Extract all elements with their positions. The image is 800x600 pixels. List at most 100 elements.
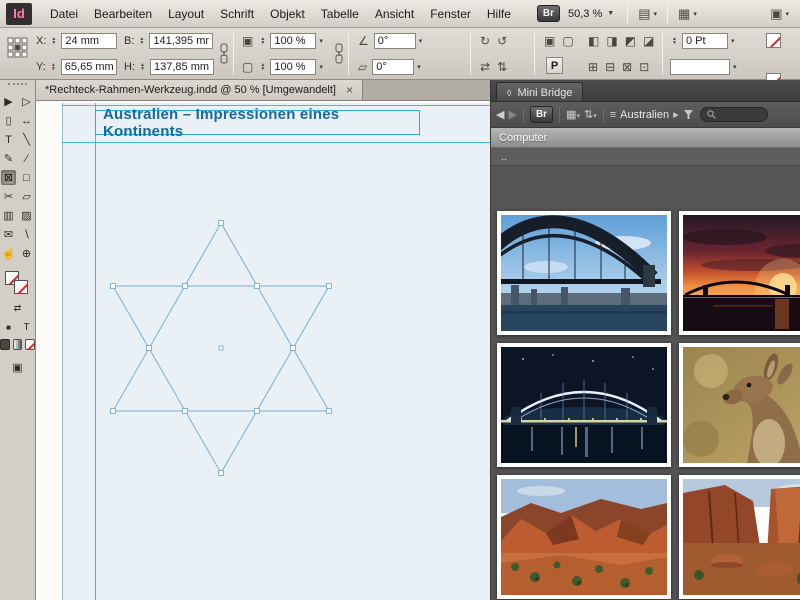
- view-options-button[interactable]: ▤ ▾: [633, 4, 662, 24]
- launch-bridge-button[interactable]: Br: [530, 106, 553, 123]
- reference-point-proxy[interactable]: [7, 37, 29, 59]
- chevron-down-icon[interactable]: ▾: [319, 37, 323, 45]
- chevron-down-icon[interactable]: ▾: [419, 37, 423, 45]
- select-container-icon[interactable]: ▣: [542, 34, 557, 48]
- palette-grip[interactable]: [8, 83, 27, 90]
- swap-fill-stroke-icon[interactable]: ⇄: [10, 301, 25, 316]
- formatting-affects-text-icon[interactable]: T: [19, 320, 34, 335]
- gradient-swatch-tool[interactable]: ▥: [1, 208, 16, 223]
- direct-selection-tool[interactable]: ▷: [19, 94, 34, 109]
- height-stepper[interactable]: ▲▼: [138, 63, 147, 72]
- effect-icon-b[interactable]: ⊟: [603, 60, 617, 74]
- width-field[interactable]: [149, 33, 213, 49]
- rotate-ccw-icon[interactable]: ↺: [495, 34, 509, 48]
- screen-mode-button[interactable]: ▣ ▾: [765, 4, 794, 24]
- p-button[interactable]: P: [546, 57, 563, 74]
- document-tab[interactable]: *Rechteck-Rahmen-Werkzeug.indd @ 50 % [U…: [36, 80, 363, 100]
- thumbnail-red-rock-canyon[interactable]: [497, 475, 671, 599]
- page-tool[interactable]: ▯: [1, 113, 16, 128]
- scale-x-stepper[interactable]: ▲▼: [258, 37, 267, 46]
- menu-tabelle[interactable]: Tabelle: [313, 2, 367, 26]
- menu-hilfe[interactable]: Hilfe: [479, 2, 519, 26]
- gradient-feather-tool[interactable]: ▨: [19, 208, 34, 223]
- pencil-tool[interactable]: ∕: [19, 151, 34, 166]
- constrain-scale-icon[interactable]: [334, 43, 344, 65]
- chevron-down-icon[interactable]: ▾: [733, 63, 737, 71]
- menu-objekt[interactable]: Objekt: [262, 2, 313, 26]
- breadcrumb[interactable]: Australien: [620, 109, 669, 121]
- zoom-tool[interactable]: ⊕: [19, 246, 34, 261]
- stroke-weight-stepper[interactable]: ▲▼: [670, 37, 679, 46]
- menu-schrift[interactable]: Schrift: [212, 2, 262, 26]
- apply-color-button[interactable]: [0, 339, 10, 350]
- rectangle-frame-tool[interactable]: ⊠: [1, 170, 16, 185]
- chevron-down-icon[interactable]: ▾: [731, 37, 735, 45]
- flip-vertical-icon[interactable]: ⇅: [495, 60, 509, 74]
- effect-icon-c[interactable]: ⊠: [620, 60, 634, 74]
- flip-horizontal-icon[interactable]: ⇄: [478, 60, 492, 74]
- sort-button[interactable]: ⇅▾: [584, 108, 597, 121]
- height-field[interactable]: [150, 59, 214, 75]
- constrain-dimensions-icon[interactable]: [219, 43, 229, 65]
- pen-tool[interactable]: ✎: [1, 151, 16, 166]
- align-icon-d[interactable]: ◪: [641, 34, 656, 48]
- select-content-icon[interactable]: ▢: [560, 34, 575, 48]
- chevron-right-icon[interactable]: ▸: [673, 108, 679, 121]
- stroke-weight-field[interactable]: [682, 33, 728, 49]
- align-icon-c[interactable]: ◩: [623, 34, 638, 48]
- thumbnail-kangaroo-closeup[interactable]: [679, 343, 800, 467]
- location-dropdown[interactable]: Computer: [491, 128, 800, 148]
- search-input[interactable]: [719, 108, 761, 121]
- scissors-tool[interactable]: ✂: [1, 189, 16, 204]
- align-icon-a[interactable]: ◧: [586, 34, 601, 48]
- parent-directory-item[interactable]: ..: [491, 148, 800, 166]
- x-field[interactable]: [61, 33, 117, 49]
- thumbnail-harbour-bridge-sunset[interactable]: [679, 211, 800, 335]
- align-icon-b[interactable]: ◨: [604, 34, 619, 48]
- free-transform-tool[interactable]: ▱: [19, 189, 34, 204]
- stroke-style-dropdown[interactable]: [670, 59, 730, 75]
- effect-icon-d[interactable]: ⊡: [637, 60, 651, 74]
- menu-fenster[interactable]: Fenster: [422, 2, 479, 26]
- stroke-color-none[interactable]: [14, 280, 28, 294]
- menu-datei[interactable]: Datei: [42, 2, 86, 26]
- forward-button[interactable]: ▶: [508, 108, 516, 121]
- back-button[interactable]: ◀: [496, 108, 504, 121]
- rotation-field[interactable]: [374, 33, 416, 49]
- formatting-affects-container-icon[interactable]: ■: [1, 320, 16, 335]
- thumbnail-sydney-harbour-bridge-day[interactable]: [497, 211, 671, 335]
- shear-field[interactable]: [372, 59, 414, 75]
- selection-tool[interactable]: ▶: [1, 94, 16, 109]
- chevron-down-icon[interactable]: ▾: [319, 63, 323, 71]
- mini-bridge-tab[interactable]: ◊ Mini Bridge: [496, 82, 583, 101]
- width-stepper[interactable]: ▲▼: [137, 37, 146, 46]
- scale-y-stepper[interactable]: ▲▼: [258, 63, 267, 72]
- view-mode-button[interactable]: ▣: [10, 360, 25, 375]
- y-field[interactable]: [61, 59, 117, 75]
- go-to-bridge-button[interactable]: Br: [537, 5, 560, 22]
- gap-tool[interactable]: ↔: [19, 113, 34, 128]
- workspace-button[interactable]: ▦ ▾: [673, 4, 702, 24]
- document-canvas[interactable]: Australien – Impressionen eines Kontinen…: [36, 101, 490, 600]
- x-stepper[interactable]: ▲▼: [49, 37, 58, 46]
- menu-bearbeiten[interactable]: Bearbeiten: [86, 2, 160, 26]
- menu-layout[interactable]: Layout: [160, 2, 212, 26]
- chevron-down-icon[interactable]: ▾: [417, 63, 421, 71]
- y-stepper[interactable]: ▲▼: [49, 63, 58, 72]
- rectangle-tool[interactable]: □: [19, 170, 34, 185]
- star-polygon-frame[interactable]: [86, 213, 356, 483]
- apply-gradient-button[interactable]: [13, 339, 23, 350]
- search-box[interactable]: [700, 107, 768, 122]
- hand-tool[interactable]: ☝: [1, 246, 16, 261]
- close-icon[interactable]: ×: [346, 83, 353, 97]
- menu-ansicht[interactable]: Ansicht: [367, 2, 422, 26]
- scale-x-field[interactable]: [270, 33, 316, 49]
- type-tool[interactable]: T: [1, 132, 16, 147]
- rotate-cw-icon[interactable]: ↻: [478, 34, 492, 48]
- headline-text-frame[interactable]: Australien – Impressionen eines Kontinen…: [95, 110, 420, 135]
- panel-view-button[interactable]: ▦▾: [566, 108, 580, 121]
- apply-none-button[interactable]: [25, 339, 35, 350]
- scale-y-field[interactable]: [270, 59, 316, 75]
- filter-icon[interactable]: [683, 109, 694, 120]
- fill-swatch-none[interactable]: [766, 33, 781, 48]
